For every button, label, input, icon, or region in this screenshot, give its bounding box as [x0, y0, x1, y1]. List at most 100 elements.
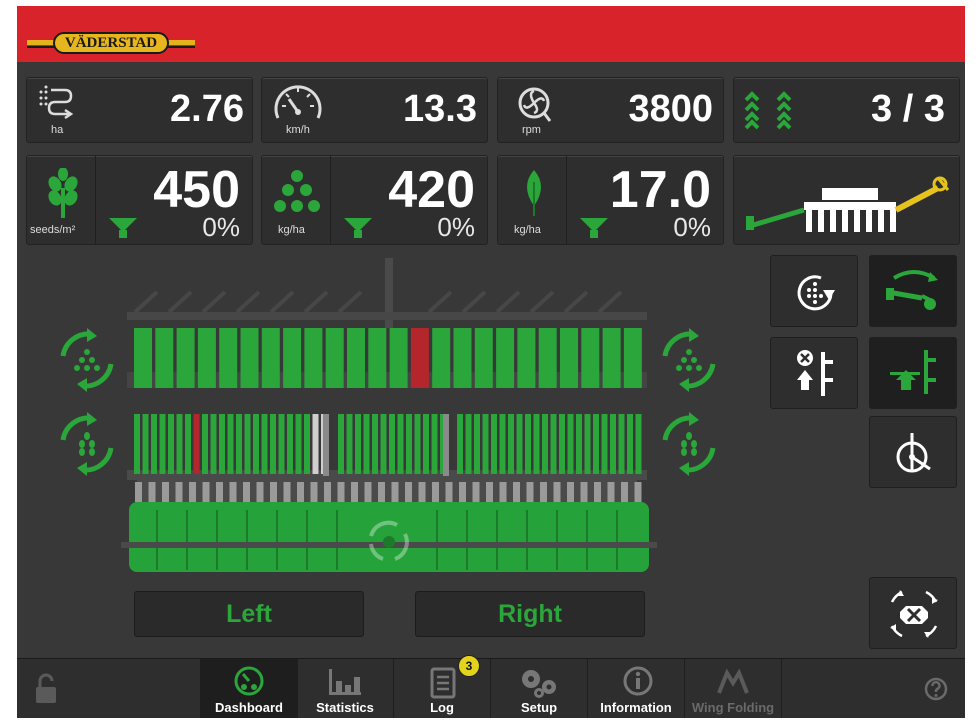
lift-icon	[890, 350, 936, 394]
fertilizer-row-unit	[261, 414, 268, 474]
disc-angle-button[interactable]	[869, 416, 957, 488]
fertilizer-row-unit	[355, 414, 361, 474]
seed-rate-percent: 0%	[202, 212, 240, 242]
coulter-unit	[418, 482, 426, 502]
fertilizer-row-unit	[159, 414, 166, 474]
coulter-unit	[526, 482, 534, 502]
coulter-unit	[297, 482, 304, 502]
crop-rate-percent: 0%	[673, 212, 711, 242]
fertilizer-row-unit	[533, 414, 540, 474]
coulter-unit	[189, 482, 196, 502]
fertilizer-row-unit	[176, 414, 183, 474]
fertilizer-row-unit	[550, 414, 557, 474]
nav-dashboard[interactable]: Dashboard	[200, 659, 298, 718]
fertilizer-row-unit	[465, 414, 472, 474]
coulter-unit	[310, 482, 318, 502]
wheat-icon	[48, 168, 78, 218]
fertilizer-row-unit	[193, 414, 200, 474]
fertilizer-row-unit	[389, 414, 395, 474]
machine-status-tile[interactable]	[733, 155, 960, 245]
fertilizer-row-unit	[423, 414, 429, 474]
fan-tile[interactable]: rpm 3800	[497, 77, 724, 143]
coulter-unit	[594, 482, 601, 502]
coulter-unit	[607, 482, 615, 502]
fertilizer-row-unit	[168, 414, 174, 474]
fertilizer-row-unit	[593, 414, 599, 474]
fertilizer-row-unit	[219, 414, 225, 474]
fertilizer-row-unit	[601, 414, 608, 474]
crop-funnel-icon	[580, 218, 608, 238]
stop-reset-button[interactable]	[869, 577, 957, 649]
fertilizer-row-unit	[185, 414, 191, 474]
nav-information[interactable]: Information	[588, 659, 685, 718]
drill-side-view-icon	[746, 176, 950, 232]
brand-name: VÄDERSTAD	[53, 32, 169, 54]
coulter-unit	[445, 482, 453, 502]
drill-overview	[60, 258, 716, 572]
marker-fold-button[interactable]	[869, 255, 957, 327]
log-icon	[430, 667, 456, 699]
coulter-unit	[256, 482, 264, 502]
left-seed-calibration-icon[interactable]	[60, 328, 114, 392]
area-value: 2.76	[170, 88, 244, 130]
speed-tile[interactable]: km/h 13.3	[261, 77, 488, 143]
seed-rate-tile[interactable]: seeds/m² 450 0%	[26, 155, 253, 245]
seed-section-unit	[389, 328, 408, 388]
seed-rate-unit: seeds/m²	[30, 224, 76, 236]
fertilizer-row-unit	[338, 414, 344, 474]
nav-setup[interactable]: Setup	[491, 659, 588, 718]
fertilizer-row-unit	[270, 414, 276, 474]
fertilizer-row-unit	[380, 414, 387, 474]
coulter-lift-warning-button[interactable]	[770, 337, 858, 409]
coulter-unit	[243, 482, 250, 502]
fertilizer-row-unit	[304, 414, 310, 474]
coulter-lift-button[interactable]	[869, 337, 957, 409]
seed-section-unit	[240, 328, 259, 388]
seed-section-unit	[197, 328, 216, 388]
fertilizer-row-unit	[134, 414, 140, 474]
coulter-unit	[567, 482, 574, 502]
fertilizer-row-unit	[414, 414, 421, 474]
fertilizer-row-unit	[627, 414, 633, 474]
help-icon[interactable]	[924, 677, 948, 701]
seed-section-unit	[283, 328, 302, 388]
fertilizer-row-unit	[236, 414, 242, 474]
seed-section-unit	[581, 328, 600, 388]
marker-fold-icon	[886, 270, 938, 310]
fertilizer-row-unit	[142, 414, 149, 474]
nav-log[interactable]: 3 Log	[394, 655, 491, 718]
seed-distribution-button[interactable]	[770, 255, 858, 327]
brand-logo: VÄDERSTAD	[27, 32, 195, 54]
coulter-unit	[364, 482, 372, 502]
right-seed-calibration-icon[interactable]	[662, 328, 716, 392]
left-section-button[interactable]: Left	[134, 591, 364, 637]
area-tile[interactable]: ha 2.76	[26, 77, 253, 143]
fertilizer-row-unit	[610, 414, 616, 474]
seed-section-unit	[304, 328, 323, 388]
fertilizer-row-unit	[227, 414, 234, 474]
right-section-button[interactable]: Right	[415, 591, 645, 637]
coulter-unit	[216, 482, 223, 502]
coulter-unit	[270, 482, 277, 502]
coulter-unit	[324, 482, 331, 502]
fertilizer-row-unit	[491, 414, 497, 474]
nav-statistics[interactable]: Statistics	[297, 659, 394, 718]
rows-icon	[744, 91, 792, 130]
seed-section-unit	[517, 328, 536, 388]
right-fertilizer-calibration-icon[interactable]	[662, 412, 716, 476]
fertilizer-rate-tile[interactable]: kg/ha 420 0%	[261, 155, 488, 245]
seed-section-unit	[155, 328, 174, 388]
nav-wing-folding[interactable]: Wing Folding	[685, 659, 782, 718]
fertilizer-rate-value: 420	[388, 161, 475, 219]
crop-rate-tile[interactable]: kg/ha 17.0 0%	[497, 155, 724, 245]
stop-reset-icon	[890, 590, 938, 638]
coulter-unit	[202, 482, 210, 502]
coulter-unit	[472, 482, 480, 502]
rows-tile[interactable]: 3 / 3	[733, 77, 960, 143]
seed-section-unit	[432, 328, 451, 388]
rows-value: 3 / 3	[871, 88, 945, 130]
seed-section-unit	[368, 328, 387, 388]
lock-icon[interactable]	[33, 673, 59, 705]
fertilizer-row-unit	[406, 414, 412, 474]
left-fertilizer-calibration-icon[interactable]	[60, 412, 114, 476]
